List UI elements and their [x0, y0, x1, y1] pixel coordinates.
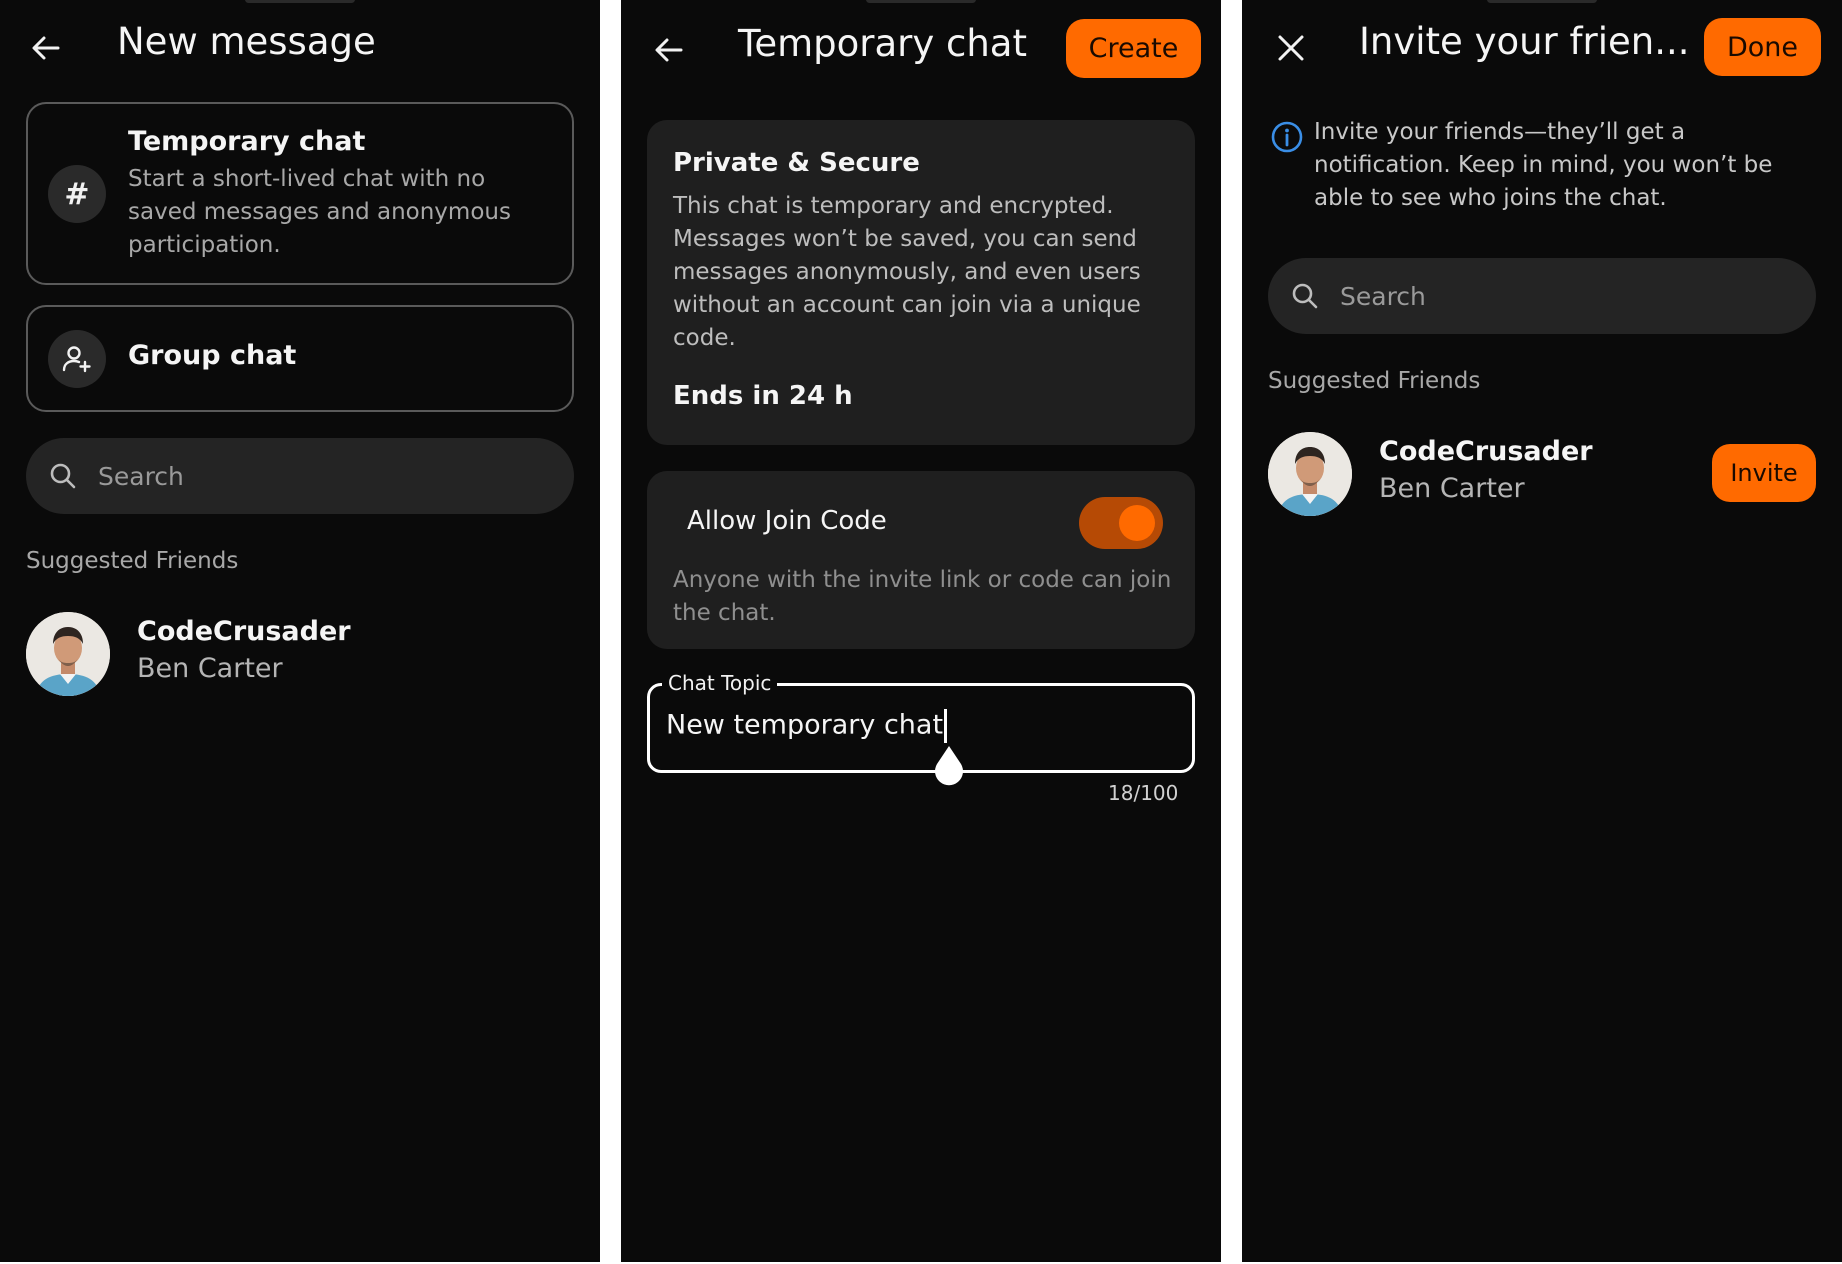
new-message-screen: New message # Temporary chat Start a sho… [0, 0, 600, 1262]
invite-info-text: Invite your friends—they’ll get a notifi… [1314, 119, 1773, 211]
chat-topic-value: New temporary chat [666, 709, 944, 741]
card-title: Private & Secure [673, 148, 920, 178]
card-body: This chat is temporary and encrypted. Me… [673, 193, 1141, 351]
group-chat-option[interactable]: Group chat [26, 305, 574, 412]
friend-username: Ben Carter [137, 653, 283, 684]
search-icon [50, 463, 76, 489]
temporary-chat-description: Start a short-lived chat with no saved m… [128, 166, 511, 258]
group-chat-title: Group chat [128, 340, 297, 371]
allow-join-code-label: Allow Join Code [687, 506, 887, 536]
friend-display-name: CodeCrusader [137, 616, 351, 647]
search-icon [1292, 283, 1318, 309]
join-code-card: Allow Join Code Anyone with the invite l… [647, 471, 1195, 649]
friend-username: Ben Carter [1379, 473, 1525, 504]
chat-topic-label: Chat Topic [662, 671, 778, 695]
avatar [26, 612, 110, 696]
temporary-chat-option[interactable]: # Temporary chat Start a short-lived cha… [26, 102, 574, 285]
search-placeholder: Search [98, 461, 184, 491]
search-input[interactable]: Search [1268, 258, 1816, 334]
notch [866, 0, 976, 3]
hash-icon: # [48, 165, 106, 223]
temporary-chat-title: Temporary chat [128, 126, 366, 157]
ends-in-label: Ends in 24 h [673, 381, 853, 411]
friend-row: CodeCrusader Ben Carter Invite [1268, 432, 1816, 518]
temporary-chat-screen: Temporary chat Create Private & Secure T… [621, 0, 1221, 1262]
chat-topic-field[interactable]: Chat Topic New temporary chat [647, 671, 1195, 786]
search-placeholder: Search [1340, 281, 1426, 311]
back-arrow-icon[interactable] [24, 26, 68, 70]
page-title: New message [117, 20, 376, 63]
search-input[interactable]: Search [26, 438, 574, 514]
private-secure-card: Private & Secure This chat is temporary … [647, 120, 1195, 445]
toggle-knob [1119, 505, 1155, 541]
join-code-toggle[interactable] [1079, 497, 1163, 549]
cursor-handle[interactable] [931, 746, 967, 786]
friend-display-name: CodeCrusader [1379, 436, 1593, 467]
avatar [1268, 432, 1352, 516]
page-title: Invite your frien... [1359, 20, 1690, 63]
notch [1487, 0, 1597, 3]
suggested-friends-label: Suggested Friends [26, 548, 239, 574]
close-icon[interactable] [1271, 28, 1311, 68]
page-title: Temporary chat [738, 22, 1027, 65]
friend-row[interactable]: CodeCrusader Ben Carter [26, 612, 574, 698]
add-person-icon [48, 330, 106, 388]
text-cursor [944, 709, 948, 743]
character-counter: 18/100 [1108, 781, 1179, 805]
suggested-friends-label: Suggested Friends [1268, 368, 1481, 394]
done-button[interactable]: Done [1704, 18, 1821, 76]
invite-button[interactable]: Invite [1712, 444, 1816, 502]
info-icon [1270, 120, 1304, 154]
create-button[interactable]: Create [1066, 19, 1201, 78]
notch [245, 0, 355, 3]
invite-friends-screen: Invite your frien... Done Invite your fr… [1242, 0, 1842, 1262]
join-code-description: Anyone with the invite link or code can … [673, 567, 1172, 626]
back-arrow-icon[interactable] [647, 28, 691, 72]
